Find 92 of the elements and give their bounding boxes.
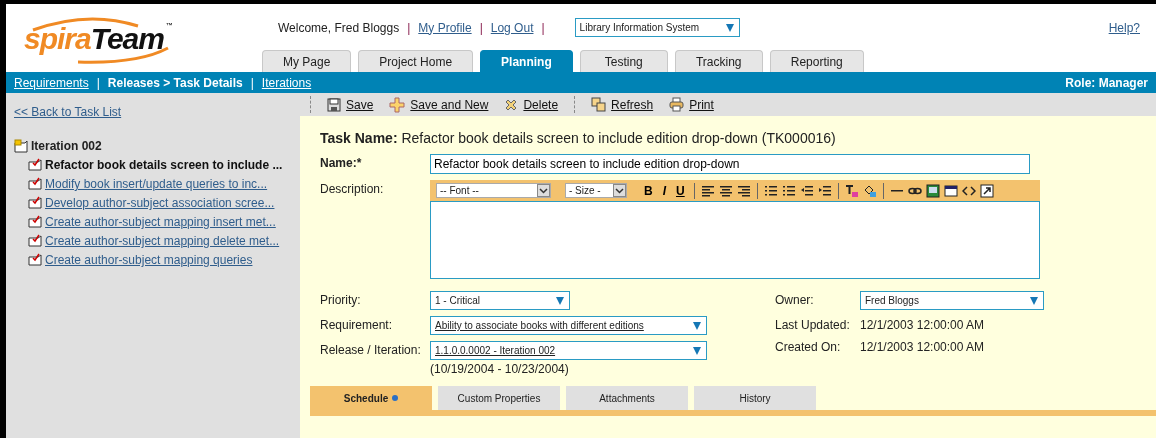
- table-icon[interactable]: [943, 183, 958, 198]
- release-select[interactable]: 1.1.0.0.0002 - Iteration 002: [430, 341, 707, 360]
- task-icon: [28, 177, 42, 191]
- nav-tab[interactable]: Planning: [480, 50, 573, 72]
- breadcrumb-link[interactable]: Requirements: [14, 75, 89, 90]
- priority-select[interactable]: 1 - Critical: [430, 291, 570, 310]
- image-icon[interactable]: [925, 183, 940, 198]
- align-right-icon[interactable]: [736, 183, 751, 198]
- folder-icon: [14, 139, 28, 153]
- owner-select[interactable]: Fred Bloggs: [860, 291, 1044, 310]
- help-link[interactable]: Help?: [1108, 20, 1140, 35]
- tree-item[interactable]: Create author-subject mapping insert met...: [45, 215, 276, 229]
- printer-icon: [669, 97, 685, 112]
- task-icon: [28, 196, 42, 210]
- caret-icon: [692, 320, 702, 331]
- breadcrumb-link[interactable]: Releases > Task Details: [107, 75, 243, 90]
- detail-tab[interactable]: Custom Properties: [438, 386, 560, 410]
- caret-icon: [537, 184, 550, 197]
- tree-item[interactable]: Develop author-subject association scree...: [45, 196, 275, 210]
- pipe-separator: |: [479, 20, 483, 35]
- align-center-icon[interactable]: [718, 183, 733, 198]
- date-value: 12/1/2003 12:00:00 AM: [860, 317, 985, 332]
- dot-icon: [392, 395, 399, 401]
- pipe-separator: |: [407, 20, 411, 35]
- format-button[interactable]: U: [673, 183, 688, 198]
- size-select[interactable]: - Size -: [565, 183, 627, 198]
- tree-item[interactable]: Refactor book details screen to include ...: [45, 158, 283, 172]
- date-value: 12/1/2003 12:00:00 AM: [860, 339, 985, 354]
- code-icon[interactable]: [961, 183, 976, 198]
- field-label: Release / Iteration:: [320, 342, 422, 357]
- breadcrumb-link[interactable]: Iterations: [261, 75, 312, 90]
- field-label: Description:: [320, 181, 385, 196]
- pipe-separator: |: [250, 75, 254, 90]
- toolbar-button[interactable]: Save and New: [389, 96, 489, 113]
- release-dates: (10/19/2004 - 10/23/2004): [430, 362, 570, 376]
- caret-icon: [724, 22, 735, 33]
- nav-tab[interactable]: My Page: [262, 50, 352, 72]
- tree-item[interactable]: Modify book insert/update queries to inc...: [45, 177, 268, 191]
- align-left-icon[interactable]: [700, 183, 715, 198]
- task-icon: [28, 234, 42, 248]
- name-field[interactable]: Refactor book details screen to include edition drop-down: [430, 154, 1030, 174]
- toolbar-button[interactable]: Print: [669, 97, 714, 112]
- caret-icon: [1029, 295, 1039, 306]
- detail-tab[interactable]: History: [694, 386, 816, 410]
- field-label: Priority:: [320, 292, 362, 307]
- nav-tab[interactable]: Project Home: [358, 50, 474, 72]
- nav-tab[interactable]: Testing: [579, 50, 668, 72]
- pipe-separator: |: [541, 20, 545, 35]
- description-field[interactable]: [430, 201, 1040, 279]
- toolbar-button[interactable]: Save: [327, 97, 374, 112]
- welcome-text: Welcome, Fred Bloggs: [278, 20, 400, 35]
- caret-icon: [613, 184, 626, 197]
- toolbar-button[interactable]: Refresh: [591, 97, 654, 112]
- project-select[interactable]: Library Information System: [574, 18, 740, 37]
- task-icon: [28, 215, 42, 229]
- back-link[interactable]: << Back to Task List: [14, 105, 292, 119]
- nav-tab[interactable]: Reporting: [769, 50, 864, 72]
- bullet-list-icon[interactable]: [781, 183, 796, 198]
- header-link[interactable]: My Profile: [418, 20, 472, 35]
- header-link[interactable]: Log Out: [490, 20, 534, 35]
- highlight-icon[interactable]: [862, 183, 877, 198]
- caret-icon: [555, 295, 565, 306]
- caret-icon: [692, 345, 702, 356]
- field-label: Owner:: [775, 292, 815, 307]
- format-button[interactable]: I: [659, 183, 669, 198]
- detail-tab[interactable]: Schedule: [310, 386, 432, 410]
- cross-icon: [504, 97, 519, 112]
- refresh-icon: [591, 97, 607, 112]
- field-label: Last Updated:: [775, 317, 851, 332]
- tree-item[interactable]: Create author-subject mapping queries: [45, 253, 253, 267]
- tree-root-label[interactable]: Iteration 002: [31, 139, 102, 153]
- field-label: Created On:: [775, 339, 842, 354]
- numbered-list-icon[interactable]: [763, 183, 778, 198]
- field-label: Name:*: [320, 155, 363, 170]
- tree-item[interactable]: Create author-subject mapping delete met...: [45, 234, 280, 248]
- detail-tab[interactable]: Attachments: [566, 386, 688, 410]
- format-button[interactable]: B: [641, 183, 656, 198]
- plus-icon: [389, 96, 406, 113]
- nav-tab[interactable]: Tracking: [674, 50, 763, 72]
- text-color-icon[interactable]: [844, 183, 859, 198]
- field-label: Requirement:: [320, 317, 394, 332]
- task-icon: [28, 253, 42, 267]
- indent-icon[interactable]: [817, 183, 832, 198]
- toolbar-button[interactable]: Delete: [504, 97, 559, 112]
- font-select[interactable]: -- Font --: [436, 183, 551, 198]
- task-heading: Task Name: Refactor book details screen to include edition drop-down (TK000016): [320, 130, 837, 146]
- task-icon: [28, 158, 42, 172]
- role-text: Role: Manager: [1065, 75, 1148, 90]
- requirement-select[interactable]: Ability to associate books with different editions: [430, 316, 707, 335]
- pipe-separator: |: [96, 75, 100, 90]
- expand-icon[interactable]: [979, 183, 994, 198]
- outdent-icon[interactable]: [799, 183, 814, 198]
